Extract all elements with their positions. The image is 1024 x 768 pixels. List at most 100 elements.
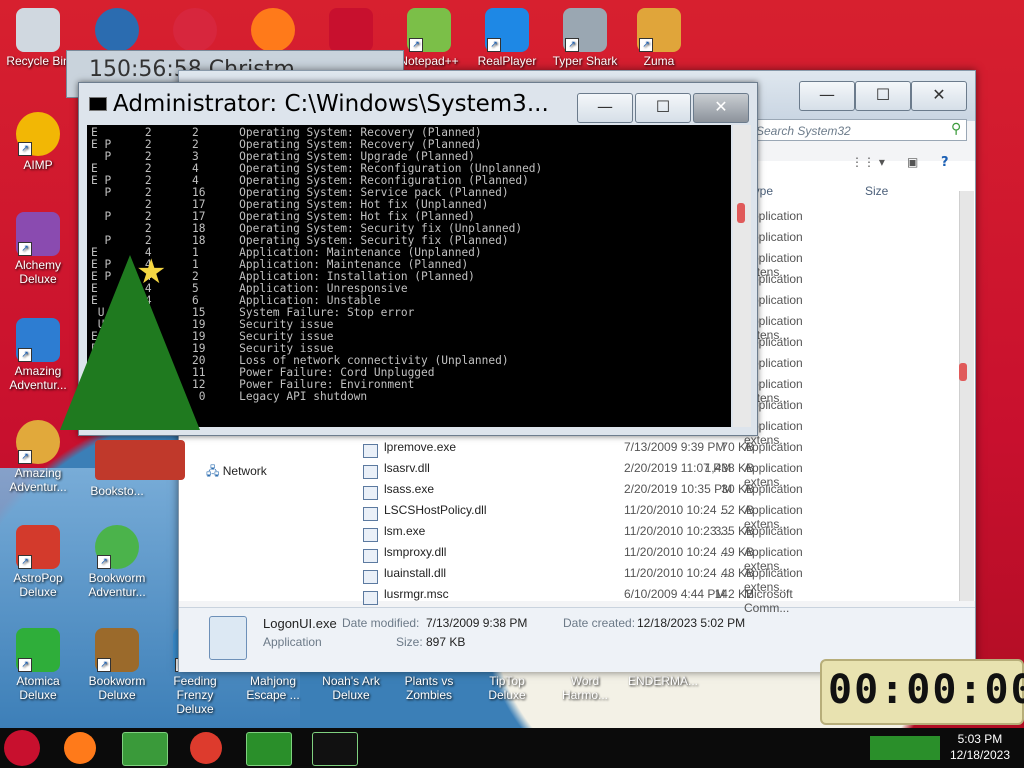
desktop-icon-astropop[interactable]: ↗ AstroPop Deluxe (3, 525, 73, 599)
desktop-icon-bookworm-deluxe[interactable]: ↗ Bookworm Deluxe (82, 628, 152, 702)
explorer-maximize-button[interactable]: ☐ (855, 81, 911, 111)
calculator-icon (209, 616, 247, 660)
view-options-icon[interactable]: ⋮⋮ ▾ (851, 155, 885, 169)
start-button[interactable] (4, 730, 40, 766)
desktop-icon-label: TipTop Deluxe (488, 674, 526, 702)
cmd-maximize-button[interactable]: ☐ (635, 93, 691, 123)
network-icon: 🖧 (206, 464, 220, 478)
desktop-icon-label: Typer Shark (552, 54, 618, 68)
desktop-icon-label: Plants vs Zombies (404, 674, 454, 702)
file-icon (363, 591, 378, 605)
details-date-created: 12/18/2023 5:02 PM (637, 616, 746, 630)
table-row[interactable]: lsasrv.dll 2/20/2019 11:07 PM Application … (178, 461, 803, 489)
game-icon (95, 8, 139, 52)
desktop-icon-label: Recycle Bin (6, 54, 70, 68)
desktop-icon-firefox[interactable] (238, 8, 308, 54)
firefox-icon (251, 8, 295, 52)
table-row[interactable]: luainstall.dll 11/20/2010 10:24 ... Applic… (178, 566, 803, 594)
file-icon (363, 549, 378, 563)
desktop-icon-aimp[interactable]: ↗ AIMP (3, 112, 73, 172)
file-icon (363, 465, 378, 479)
desktop-icon-label: Atomica Deluxe (16, 674, 60, 702)
astropop-icon: ↗ (16, 525, 60, 569)
search-icon[interactable]: ⚲ (951, 121, 961, 137)
scrollbar-thumb[interactable] (959, 363, 967, 381)
taskbar-tree-icon[interactable] (246, 732, 292, 766)
cmd-title: Administrator: C:\Windows\System3... (113, 91, 549, 117)
realplayer-icon: ↗ (485, 8, 529, 52)
table-row[interactable]: LSCSHostPolicy.dll 11/20/2010 10:24 ... Ap… (178, 503, 803, 531)
file-date: 11/20/2010 10:24 ... (624, 545, 730, 559)
file-name: lsasrv.dll (384, 461, 430, 475)
cmd-scrollbar-thumb[interactable] (737, 203, 745, 223)
taskbar-explorer-icon[interactable] (122, 732, 168, 766)
desktop-icon-label: Bookworm Deluxe (88, 674, 146, 702)
taskbar-time: 5:03 PM (957, 732, 1003, 746)
desktop-icon-torii[interactable] (316, 8, 386, 54)
details-date-created-label: Date created: (563, 616, 636, 630)
countdown-gadget[interactable]: 00:00:00 (820, 659, 1024, 725)
desktop-icon-typer-shark[interactable]: ↗ Typer Shark (550, 8, 620, 68)
table-row[interactable]: lsass.exe 2/20/2019 10:35 PM Application 30… (178, 482, 803, 503)
taskbar-clock[interactable]: 5:03 PM 12/18/2023 (950, 731, 1010, 763)
explorer-close-button[interactable]: ✕ (911, 81, 967, 111)
desktop-icon-top-2[interactable] (160, 8, 230, 54)
explorer-minimize-button[interactable]: — (799, 81, 855, 111)
desktop-icon-bookstore[interactable]: Booksto... (82, 470, 152, 498)
taskbar-cmd-icon[interactable] (312, 732, 358, 766)
desktop-icon-bookworm-adventures[interactable]: ↗ Bookworm Adventur... (82, 525, 152, 599)
file-icon (363, 570, 378, 584)
file-size: 142 KB (714, 587, 754, 601)
cmd-scrollbar[interactable] (733, 125, 751, 427)
file-size: 49 KB (721, 545, 754, 559)
file-name: lsm.exe (384, 524, 426, 538)
file-size: 70 KB (721, 440, 754, 454)
compass-icon: ↗ (16, 318, 60, 362)
file-icon (363, 507, 378, 521)
shark-icon: ↗ (563, 8, 607, 52)
radiation-icon: ↗ (16, 628, 60, 672)
search-input[interactable]: Search System32 (749, 119, 967, 141)
desktop-icon-amazing-2[interactable]: ↗ Amazing Adventur... (3, 420, 73, 494)
gadget-digits: 00:00:00 (828, 667, 1024, 713)
preview-pane-icon[interactable]: ▣ (907, 155, 918, 169)
desktop-icon-recycle-bin[interactable]: Recycle Bin (3, 8, 73, 68)
torii-icon (329, 8, 373, 52)
desktop-icon-label: Booksto... (90, 484, 144, 498)
red-ball-icon (173, 8, 217, 52)
file-size: 335 KB (714, 524, 754, 538)
aimp-icon: ↗ (16, 112, 60, 156)
cmd-minimize-button[interactable]: — (577, 93, 633, 123)
file-size: 52 KB (721, 503, 754, 517)
table-row[interactable]: lsm.exe 11/20/2010 10:23 ... Application 33… (178, 524, 803, 545)
help-icon[interactable]: ? (941, 155, 949, 170)
desktop-icon-label: Bookworm Adventur... (88, 571, 146, 599)
nav-network[interactable]: 🖧 Network (206, 462, 267, 483)
table-row[interactable]: lsmproxy.dll 11/20/2010 10:24 ... Applicat… (178, 545, 803, 573)
desktop-icon-label: AstroPop Deluxe (13, 571, 63, 599)
file-name: LSCSHostPolicy.dll (384, 503, 487, 517)
desktop-icon-label: Notepad++ (399, 54, 459, 68)
column-header-size[interactable]: Size (865, 184, 888, 198)
desktop-icon-top-1[interactable] (82, 8, 152, 54)
bookworm-icon: ↗ (95, 525, 139, 569)
desktop-icon-atomica[interactable]: ↗ Atomica Deluxe (3, 628, 73, 702)
cmd-close-button[interactable]: ✕ (693, 93, 749, 123)
details-size-label: Size: (396, 635, 423, 649)
desktop-icon-label: Noah's Ark Deluxe (322, 674, 380, 702)
taskbar-firefox-icon[interactable] (64, 732, 96, 764)
desktop-icon-label: ENDERMA... (628, 674, 699, 688)
table-row[interactable]: lpremove.exe 7/13/2009 9:39 PM Application… (178, 440, 803, 461)
desktop-icon-realplayer[interactable]: ↗ RealPlayer (472, 8, 542, 68)
details-file-name: LogonUI.exe (263, 616, 337, 631)
explorer-scrollbar[interactable] (959, 191, 974, 601)
file-name: lsass.exe (384, 482, 435, 496)
desktop-icon-notepad-plus[interactable]: ↗ Notepad++ (394, 8, 464, 68)
file-name: lpremove.exe (384, 440, 457, 454)
table-row[interactable]: lusrmgr.msc 6/10/2009 4:44 PM Microsoft Co… (178, 587, 798, 615)
system-tray[interactable] (870, 736, 940, 760)
star-icon: ★ (136, 252, 167, 292)
file-date: 6/10/2009 4:44 PM (624, 587, 726, 601)
taskbar-chrome-icon[interactable] (190, 732, 222, 764)
file-date: 7/13/2009 9:39 PM (624, 440, 726, 454)
